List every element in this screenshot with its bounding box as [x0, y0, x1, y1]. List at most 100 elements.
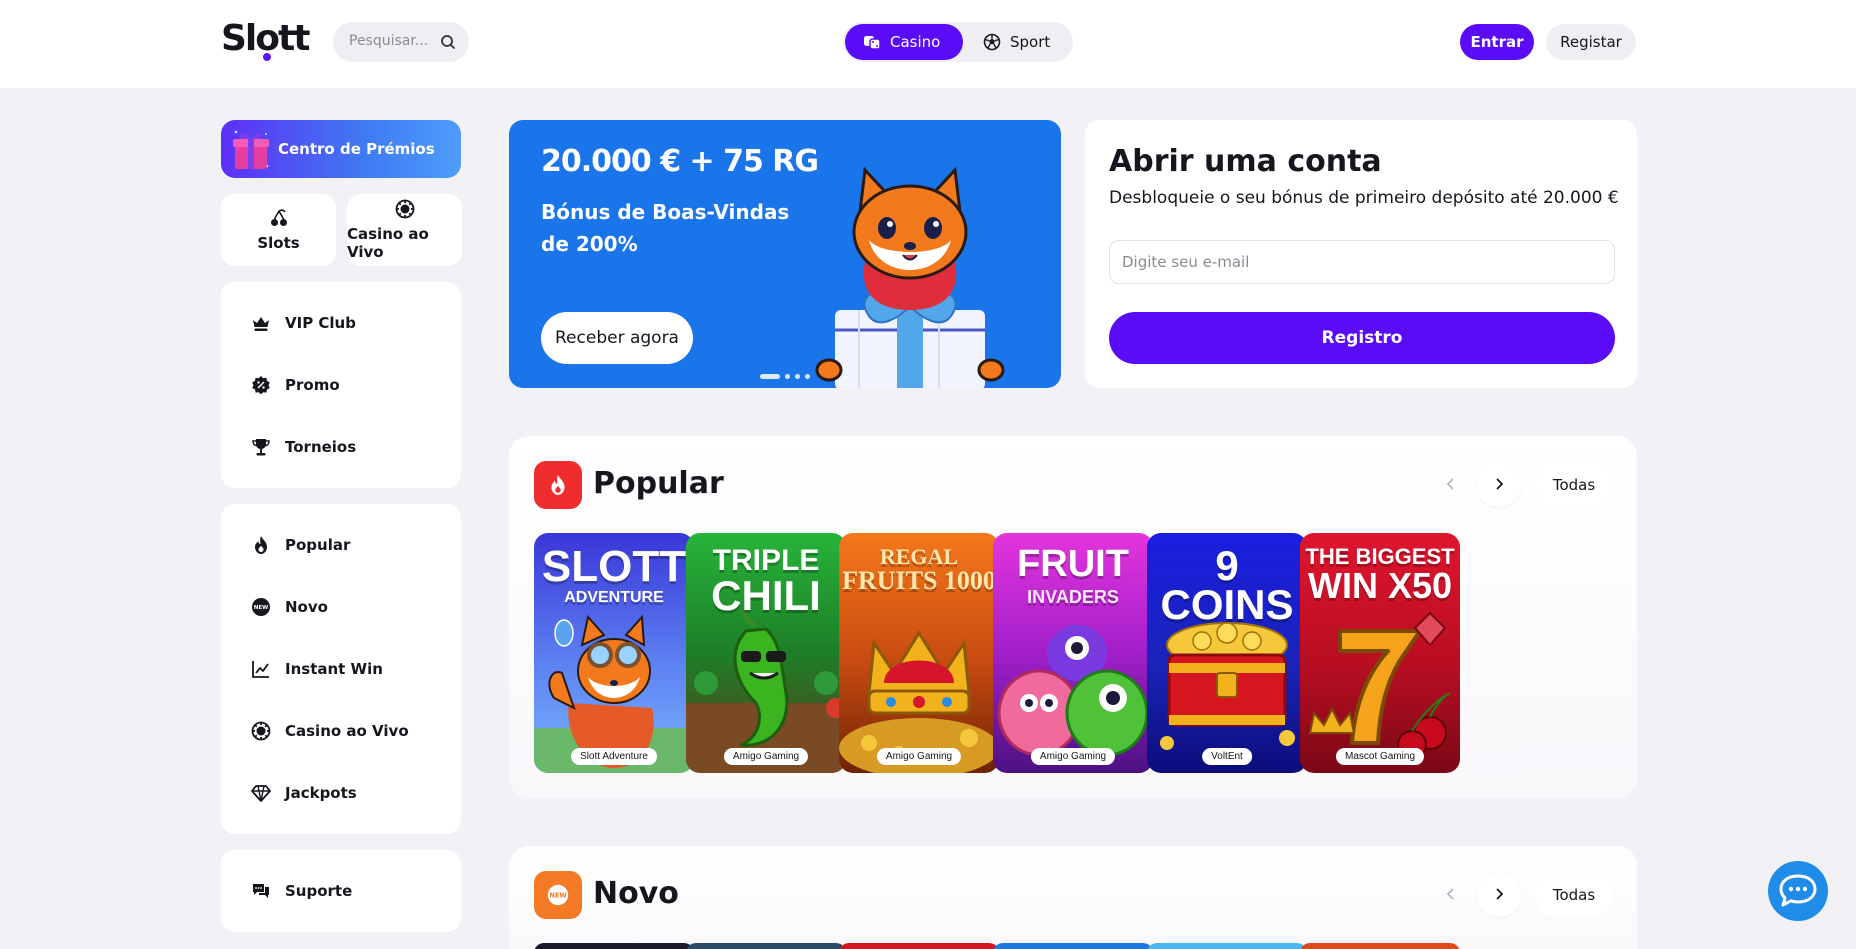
game-tile[interactable]	[534, 943, 694, 949]
chevron-right-icon	[1496, 887, 1504, 900]
promo-banner[interactable]: 20.000 € + 75 RG Bónus de Boas-Vindas de…	[509, 120, 1061, 388]
provider-tag: Amigo Gaming	[876, 748, 962, 765]
sidebar-item-jackpots[interactable]: Jackpots	[251, 783, 357, 803]
provider-tag: Amigo Gaming	[1030, 748, 1116, 765]
diamond-icon	[251, 785, 271, 802]
section-title: Popular	[593, 466, 724, 501]
carousel-next-button[interactable]	[1477, 463, 1521, 507]
search-icon[interactable]	[440, 34, 456, 50]
email-field[interactable]	[1109, 240, 1615, 284]
sidebar-item-support[interactable]: Suporte	[251, 881, 352, 901]
register-button[interactable]: Registar	[1546, 24, 1636, 60]
chip-icon	[395, 199, 414, 219]
banner-subtitle: Bónus de Boas-Vindas de 200%	[541, 200, 790, 256]
login-button[interactable]: Entrar	[1460, 24, 1534, 60]
chip-icon	[251, 721, 271, 741]
sidebar-item-label: Instant Win	[285, 660, 383, 678]
open-account-card: Abrir uma conta Desbloqueie o seu bónus …	[1085, 120, 1637, 388]
carousel-next-button[interactable]	[1477, 873, 1521, 917]
sidebar-item-new[interactable]: NEW Novo	[251, 597, 328, 617]
game-tile[interactable]: FRUIT INVADERS Amigo Gaming	[993, 533, 1153, 773]
fox-mascot-illustration	[815, 166, 1005, 388]
sidebar-item-label: Jackpots	[285, 784, 357, 802]
sidebar-item-label: VIP Club	[285, 314, 356, 332]
chart-icon	[252, 661, 269, 678]
gift-icon	[233, 130, 269, 169]
banner-title: 20.000 € + 75 RG	[541, 144, 819, 179]
tab-sport[interactable]: Sport	[981, 24, 1071, 60]
soccer-ball-icon	[983, 33, 1001, 51]
tab-casino[interactable]: Casino	[845, 24, 963, 60]
game-title: SLOTT	[541, 542, 687, 591]
game-subtitle: CHILI	[711, 572, 821, 619]
game-tile[interactable]	[993, 943, 1153, 949]
see-all-button[interactable]: Todas	[1536, 463, 1612, 507]
sidebar-item-instant-win[interactable]: Instant Win	[251, 659, 383, 679]
chevron-right-icon	[1496, 477, 1504, 490]
game-tile[interactable]	[839, 943, 999, 949]
open-account-title: Abrir uma conta	[1109, 144, 1382, 179]
slide-dot[interactable]	[805, 374, 810, 379]
sidebar-item-label: Novo	[285, 598, 328, 616]
game-tile[interactable]	[686, 943, 846, 949]
game-tile[interactable]	[1147, 943, 1307, 949]
slide-dot[interactable]	[785, 374, 790, 379]
game-tile[interactable]: 9 COINS VoltEnt	[1147, 533, 1307, 773]
game-tile[interactable]: TRIPLE CHILI Amigo Gaming	[686, 533, 846, 773]
percent-icon	[252, 376, 270, 395]
search-input[interactable]	[349, 33, 433, 49]
tab-casino-label: Casino	[890, 33, 941, 51]
sidebar-item-live-casino[interactable]: Casino ao Vivo	[251, 721, 409, 741]
sidebar-item-label: Suporte	[285, 882, 353, 900]
carousel-prev-button[interactable]	[1429, 463, 1473, 507]
carousel-prev-button[interactable]	[1429, 873, 1473, 917]
chevron-left-icon	[1446, 477, 1454, 490]
game-subtitle: WIN X50	[1307, 565, 1453, 606]
cherry-icon	[270, 209, 287, 226]
svg-text:NEW: NEW	[549, 892, 567, 900]
chat-bubbles-icon	[253, 884, 269, 898]
search-box[interactable]	[333, 22, 469, 62]
quick-link-live-casino[interactable]: Casino ao Vivo	[347, 194, 462, 266]
live-chat-button[interactable]	[1768, 861, 1828, 921]
tab-sport-label: Sport	[1010, 33, 1051, 51]
signup-button[interactable]: Registro	[1109, 312, 1615, 364]
dice-icon	[864, 36, 881, 50]
sidebar-item-tournaments[interactable]: Torneios	[251, 437, 356, 457]
quick-link-slots-label: Slots	[257, 234, 300, 252]
claim-bonus-button[interactable]: Receber agora	[541, 312, 693, 364]
fire-icon	[255, 536, 267, 554]
game-subtitle: ADVENTURE	[564, 589, 664, 606]
provider-tag: VoltEnt	[1202, 748, 1252, 765]
open-account-subtitle: Desbloqueie o seu bónus de primeiro depó…	[1109, 188, 1619, 208]
new-badge-icon: NEW	[252, 598, 270, 616]
sidebar-group-rewards: VIP Club Promo Torneios	[221, 282, 461, 488]
sidebar-item-popular[interactable]: Popular	[251, 535, 350, 555]
slide-dot[interactable]	[760, 374, 780, 379]
logo-dot	[263, 53, 271, 61]
sidebar-group-categories: Popular NEW Novo Instant Win Casino ao V…	[221, 504, 461, 834]
see-all-button[interactable]: Todas	[1536, 873, 1612, 917]
chevron-left-icon	[1446, 887, 1454, 900]
sidebar-item-promo[interactable]: Promo	[251, 375, 340, 395]
sidebar-item-vip-club[interactable]: VIP Club	[251, 313, 356, 333]
game-subtitle: FRUITS 1000	[842, 566, 996, 595]
new-badge-icon: NEW	[534, 871, 582, 919]
chat-icon	[1779, 874, 1817, 907]
game-tile[interactable]	[1300, 943, 1460, 949]
game-tile[interactable]: REGAL FRUITS 1000 Amigo Gaming	[839, 533, 999, 773]
banner-pagination	[760, 374, 810, 379]
sidebar-item-label: Popular	[285, 536, 351, 554]
game-subtitle: INVADERS	[1027, 587, 1119, 607]
quick-link-slots[interactable]: Slots	[221, 194, 336, 266]
slide-dot[interactable]	[795, 374, 800, 379]
game-tile[interactable]: SLOTT ADVENTURE Slott Adventure	[534, 533, 694, 773]
game-tile[interactable]: THE BIGGEST WIN X50 Mascot Gaming	[1300, 533, 1460, 773]
sidebar-item-label: Casino ao Vivo	[285, 722, 409, 740]
prize-center-button[interactable]: Centro de Prémios	[221, 120, 461, 178]
game-title: TRIPLE	[712, 544, 820, 577]
casino-sport-toggle: Casino Sport	[843, 22, 1073, 62]
trophy-icon	[252, 439, 270, 456]
sidebar-item-label: Promo	[285, 376, 340, 394]
popular-section: Popular Todas SLOTT ADVENTURE Slott Adve…	[509, 436, 1637, 798]
